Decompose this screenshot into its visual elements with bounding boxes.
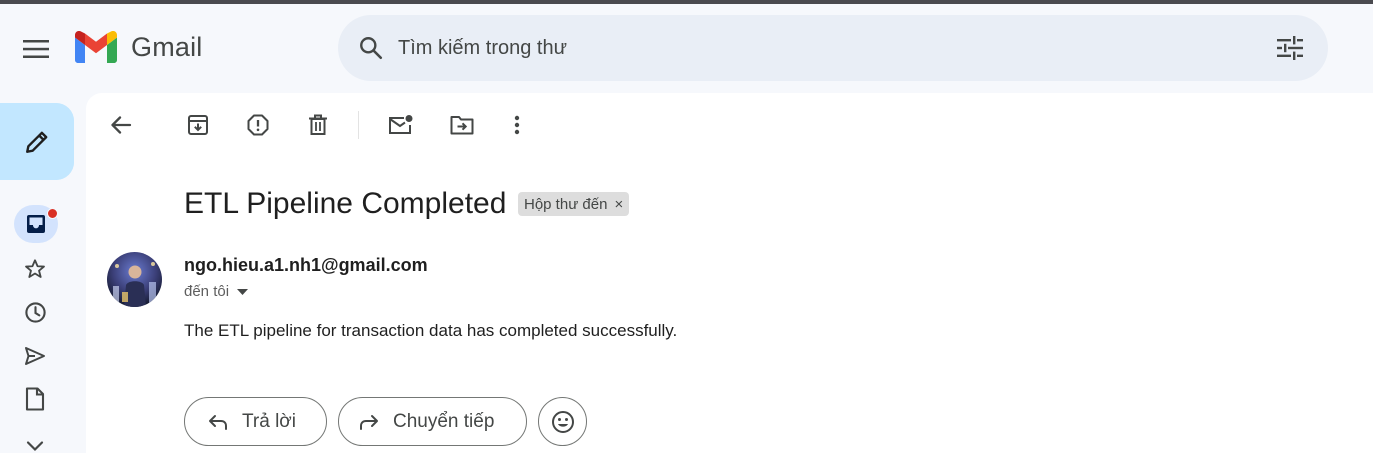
send-icon bbox=[24, 346, 46, 366]
compose-button[interactable] bbox=[0, 103, 74, 180]
gmail-logo[interactable]: Gmail bbox=[75, 31, 203, 63]
search-bar bbox=[338, 15, 1328, 81]
window-top-border bbox=[0, 0, 1373, 4]
sender-email[interactable]: ngo.hieu.a1.nh1@gmail.com bbox=[184, 255, 428, 276]
recipient-text: đến tôi bbox=[184, 283, 230, 300]
forward-label: Chuyển tiếp bbox=[393, 410, 495, 432]
report-spam-icon bbox=[247, 114, 269, 136]
gmail-m-icon bbox=[75, 31, 117, 63]
more-options-button[interactable] bbox=[497, 105, 537, 145]
reply-icon bbox=[208, 414, 228, 430]
reply-label: Trả lời bbox=[242, 410, 296, 432]
more-vert-icon bbox=[514, 115, 520, 135]
move-to-button[interactable] bbox=[442, 105, 482, 145]
emoji-reaction-button[interactable] bbox=[538, 397, 587, 446]
rail-snoozed[interactable] bbox=[13, 294, 57, 330]
star-icon bbox=[24, 258, 46, 280]
pencil-icon bbox=[24, 129, 50, 155]
email-subject: ETL Pipeline Completed bbox=[184, 187, 507, 220]
delete-icon bbox=[308, 114, 328, 136]
chevron-down-icon bbox=[26, 440, 44, 452]
hamburger-menu-icon bbox=[23, 39, 49, 59]
clock-icon bbox=[24, 301, 47, 324]
smiley-icon bbox=[551, 410, 575, 434]
rail-drafts[interactable] bbox=[13, 381, 57, 417]
search-input[interactable] bbox=[398, 36, 1266, 60]
rail-inbox[interactable] bbox=[14, 205, 58, 243]
rail-starred[interactable] bbox=[13, 251, 57, 287]
back-arrow-icon bbox=[110, 115, 132, 135]
rail-sent[interactable] bbox=[13, 338, 57, 374]
report-spam-button[interactable] bbox=[238, 105, 278, 145]
forward-icon bbox=[359, 414, 379, 430]
tune-icon bbox=[1277, 36, 1303, 60]
mark-unread-button[interactable] bbox=[381, 105, 421, 145]
archive-button[interactable] bbox=[178, 105, 218, 145]
label-text: Hộp thư đến bbox=[524, 195, 608, 213]
search-options-button[interactable] bbox=[1266, 24, 1314, 72]
back-button[interactable] bbox=[101, 105, 141, 145]
delete-button[interactable] bbox=[298, 105, 338, 145]
search-icon bbox=[358, 35, 384, 61]
mark-unread-icon bbox=[388, 114, 414, 136]
inbox-label-chip[interactable]: Hộp thư đến × bbox=[518, 192, 630, 216]
rail-more[interactable] bbox=[13, 428, 57, 453]
recipient-details[interactable]: đến tôi bbox=[184, 283, 249, 300]
app-name: Gmail bbox=[131, 31, 203, 62]
reply-button[interactable]: Trả lời bbox=[184, 397, 327, 446]
unread-badge bbox=[47, 208, 58, 219]
search-button[interactable] bbox=[347, 24, 395, 72]
inbox-icon bbox=[26, 214, 46, 234]
email-body: The ETL pipeline for transaction data ha… bbox=[184, 321, 678, 340]
main-menu-button[interactable] bbox=[12, 25, 60, 73]
email-view: ETL Pipeline Completed Hộp thư đến × ngo… bbox=[86, 93, 1373, 453]
move-to-icon bbox=[450, 115, 474, 135]
caret-down-icon bbox=[237, 288, 249, 295]
draft-icon bbox=[25, 387, 45, 411]
remove-label-button[interactable]: × bbox=[614, 196, 623, 213]
archive-icon bbox=[187, 114, 209, 136]
forward-button[interactable]: Chuyển tiếp bbox=[338, 397, 527, 446]
sender-avatar[interactable] bbox=[107, 252, 162, 307]
toolbar-divider bbox=[358, 111, 359, 139]
